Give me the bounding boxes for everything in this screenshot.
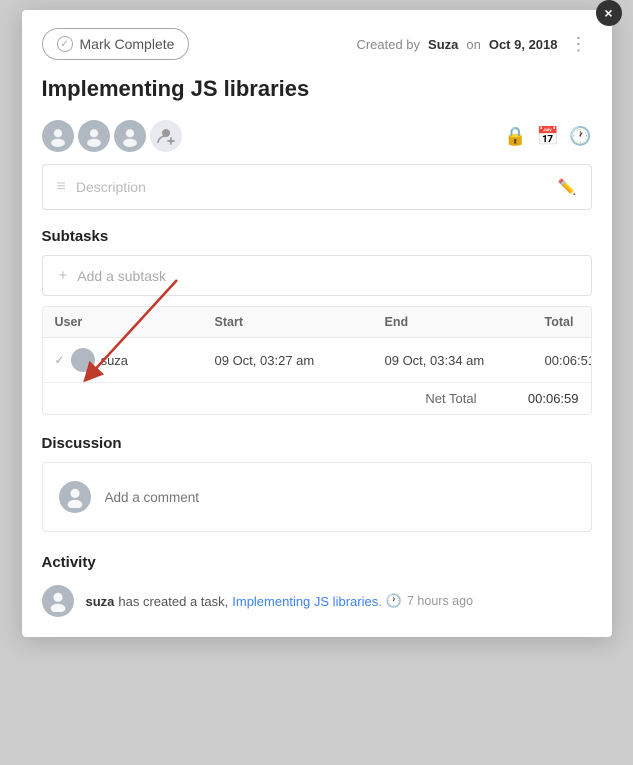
avatars-left xyxy=(42,120,182,152)
subtask-table: User Start End Total ✓ suza 09 xyxy=(42,306,592,415)
activity-time: 🕐 7 hours ago xyxy=(386,593,473,609)
avatar-2 xyxy=(78,120,110,152)
task-title: Implementing JS libraries xyxy=(22,72,612,112)
start-cell: 09 Oct, 03:27 am xyxy=(203,343,373,378)
mark-complete-button[interactable]: ✓ Mark Complete xyxy=(42,28,190,60)
activity-section: Activity suza has created a task, Implem… xyxy=(22,546,612,637)
more-options-icon[interactable]: ⋮ xyxy=(566,32,592,57)
plus-icon: + xyxy=(59,267,68,284)
header-meta: Created by Suza on Oct 9, 2018 ⋮ xyxy=(356,32,591,57)
close-button[interactable]: × xyxy=(596,0,622,26)
activity-avatar xyxy=(42,585,74,617)
modal-overlay: × ✓ Mark Complete Created by Suza on Oct… xyxy=(0,0,633,755)
add-comment-input[interactable] xyxy=(105,490,575,505)
subtask-table-header: User Start End Total xyxy=(43,307,591,338)
net-total-row: Net Total 00:06:59 xyxy=(43,383,591,414)
add-assignee-button[interactable] xyxy=(150,120,182,152)
avatar-3 xyxy=(114,120,146,152)
activity-item: suza has created a task, Implementing JS… xyxy=(42,585,592,617)
modal-header: ✓ Mark Complete Created by Suza on Oct 9… xyxy=(22,10,612,72)
description-left: ≡ Description xyxy=(57,178,146,196)
row-avatar xyxy=(71,348,95,372)
discussion-box xyxy=(42,462,592,532)
col-user: User xyxy=(43,307,203,337)
col-end: End xyxy=(373,307,533,337)
row-check-icon[interactable]: ✓ xyxy=(55,353,65,367)
avatar-1 xyxy=(42,120,74,152)
col-start: Start xyxy=(203,307,373,337)
avatars-row: 🔒 📅 🕐 xyxy=(22,112,612,164)
table-row: ✓ suza 09 Oct, 03:27 am 09 Oct, 03:34 am… xyxy=(43,338,591,383)
user-cell: ✓ suza xyxy=(43,338,203,382)
lines-icon: ≡ xyxy=(57,178,66,196)
activity-text: suza has created a task, Implementing JS… xyxy=(86,593,474,609)
clock-meta-icon[interactable]: 🕐 xyxy=(569,126,591,147)
discussion-section: Discussion xyxy=(22,425,612,546)
add-subtask-row[interactable]: + Add a subtask xyxy=(42,255,592,296)
activity-clock-icon: 🕐 xyxy=(386,593,402,609)
description-box[interactable]: ≡ Description ✏️ xyxy=(42,164,592,210)
edit-icon[interactable]: ✏️ xyxy=(558,178,577,196)
modal-container: × ✓ Mark Complete Created by Suza on Oct… xyxy=(22,10,612,637)
comment-avatar xyxy=(59,481,91,513)
discussion-label: Discussion xyxy=(42,425,592,452)
activity-label: Activity xyxy=(42,554,592,575)
subtasks-label: Subtasks xyxy=(22,228,612,255)
col-total: Total xyxy=(533,307,591,337)
lock-icon: 🔒 xyxy=(504,126,526,147)
total-cell: 00:06:51 🗑 xyxy=(533,342,592,379)
avatars-right: 🔒 📅 🕐 xyxy=(504,126,591,147)
end-cell: 09 Oct, 03:34 am xyxy=(373,343,533,378)
check-icon: ✓ xyxy=(57,36,73,52)
calendar-icon[interactable]: 📅 xyxy=(537,126,559,147)
